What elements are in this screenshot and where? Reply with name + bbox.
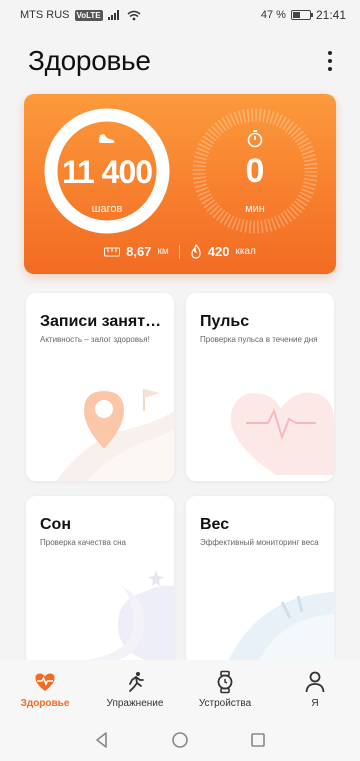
status-left: MTS RUS VoLTE [20,9,141,21]
more-options-button[interactable] [320,46,340,76]
summary-stats: 8,67 км 420 ккал [24,244,336,259]
distance-stat: 8,67 км [104,244,169,259]
status-bar: MTS RUS VoLTE 47 % 21:41 [0,0,360,30]
back-icon[interactable] [92,730,112,750]
nav-tab-exercise[interactable]: Упражнение [90,660,180,718]
more-dot [328,51,332,55]
distance-value: 8,67 [126,244,152,259]
card-subtitle: Эффективный мониторинг веса [200,538,319,547]
steps-unit: шагов [91,203,123,215]
clock: 21:41 [315,8,346,22]
card-subtitle: Активность – залог здоровья! [40,335,150,344]
nav-tab-me[interactable]: Я [270,660,360,718]
system-navigation-bar [0,718,360,761]
volte-badge: VoLTE [74,9,103,21]
steps-value: 11 400 [61,154,153,190]
card-title: Пульс [200,313,250,330]
distance-unit: км [157,246,169,257]
steps-ring[interactable]: 11 400 шагов [44,108,170,234]
calories-stat: 420 ккал [190,244,256,259]
battery-percent: 47 % [260,9,286,21]
recent-apps-icon[interactable] [248,730,268,750]
bottom-navigation: Здоровье Упражнение Устройства Я [0,660,360,718]
more-dot [328,67,332,71]
minutes-unit: мин [245,203,265,215]
heart-illustration [230,392,334,475]
activity-summary-card[interactable]: 11 400 шагов 0 мин 8,67 км 420 ккал [24,94,336,274]
sleep-card[interactable]: Сон Проверка качества сна [26,496,174,666]
running-icon [129,671,144,692]
minutes-value: 0 [245,152,265,190]
page-title: Здоровье [28,45,151,76]
status-right: 47 % 21:41 [261,8,346,22]
nav-tab-health[interactable]: Здоровье [0,660,90,718]
calories-value: 420 [207,244,230,259]
scale-illustration [226,592,334,666]
more-dot [328,59,332,63]
ruler-icon [104,247,121,256]
active-minutes-ring[interactable]: 0 мин [192,108,318,234]
person-icon [305,671,325,692]
moon-illustration [86,570,174,664]
app-header: Здоровье [28,44,340,78]
stopwatch-icon [247,130,263,148]
card-title: Записи занят… [40,313,162,330]
nav-label: Устройства [198,697,252,709]
heart-rate-card[interactable]: Пульс Проверка пульса в течение дня [186,293,334,481]
nav-tab-devices[interactable]: Устройства [180,660,270,718]
wifi-icon [127,10,141,20]
watch-icon [217,670,233,693]
weight-card[interactable]: Вес Эффективный мониторинг веса [186,496,334,666]
nav-label: Упражнение [106,697,164,709]
carrier-name: MTS RUS [20,9,70,21]
activity-records-card[interactable]: Записи занят… Активность – залог здоровь… [26,293,174,481]
signal-icon [107,10,119,20]
nav-label: Здоровье [20,697,70,709]
card-subtitle: Проверка качества сна [40,538,126,547]
card-title: Сон [40,516,71,533]
card-title: Вес [200,516,230,533]
stats-divider [178,244,180,259]
flame-icon [191,244,201,259]
map-pin-illustration [56,389,174,481]
nav-label: Я [311,697,319,709]
shoe-icon [99,134,115,143]
battery-level [292,12,301,18]
home-icon[interactable] [170,730,190,750]
heart-pulse-icon [35,673,55,691]
battery-icon [290,10,313,20]
calories-unit: ккал [235,246,256,257]
card-subtitle: Проверка пульса в течение дня [200,335,318,344]
